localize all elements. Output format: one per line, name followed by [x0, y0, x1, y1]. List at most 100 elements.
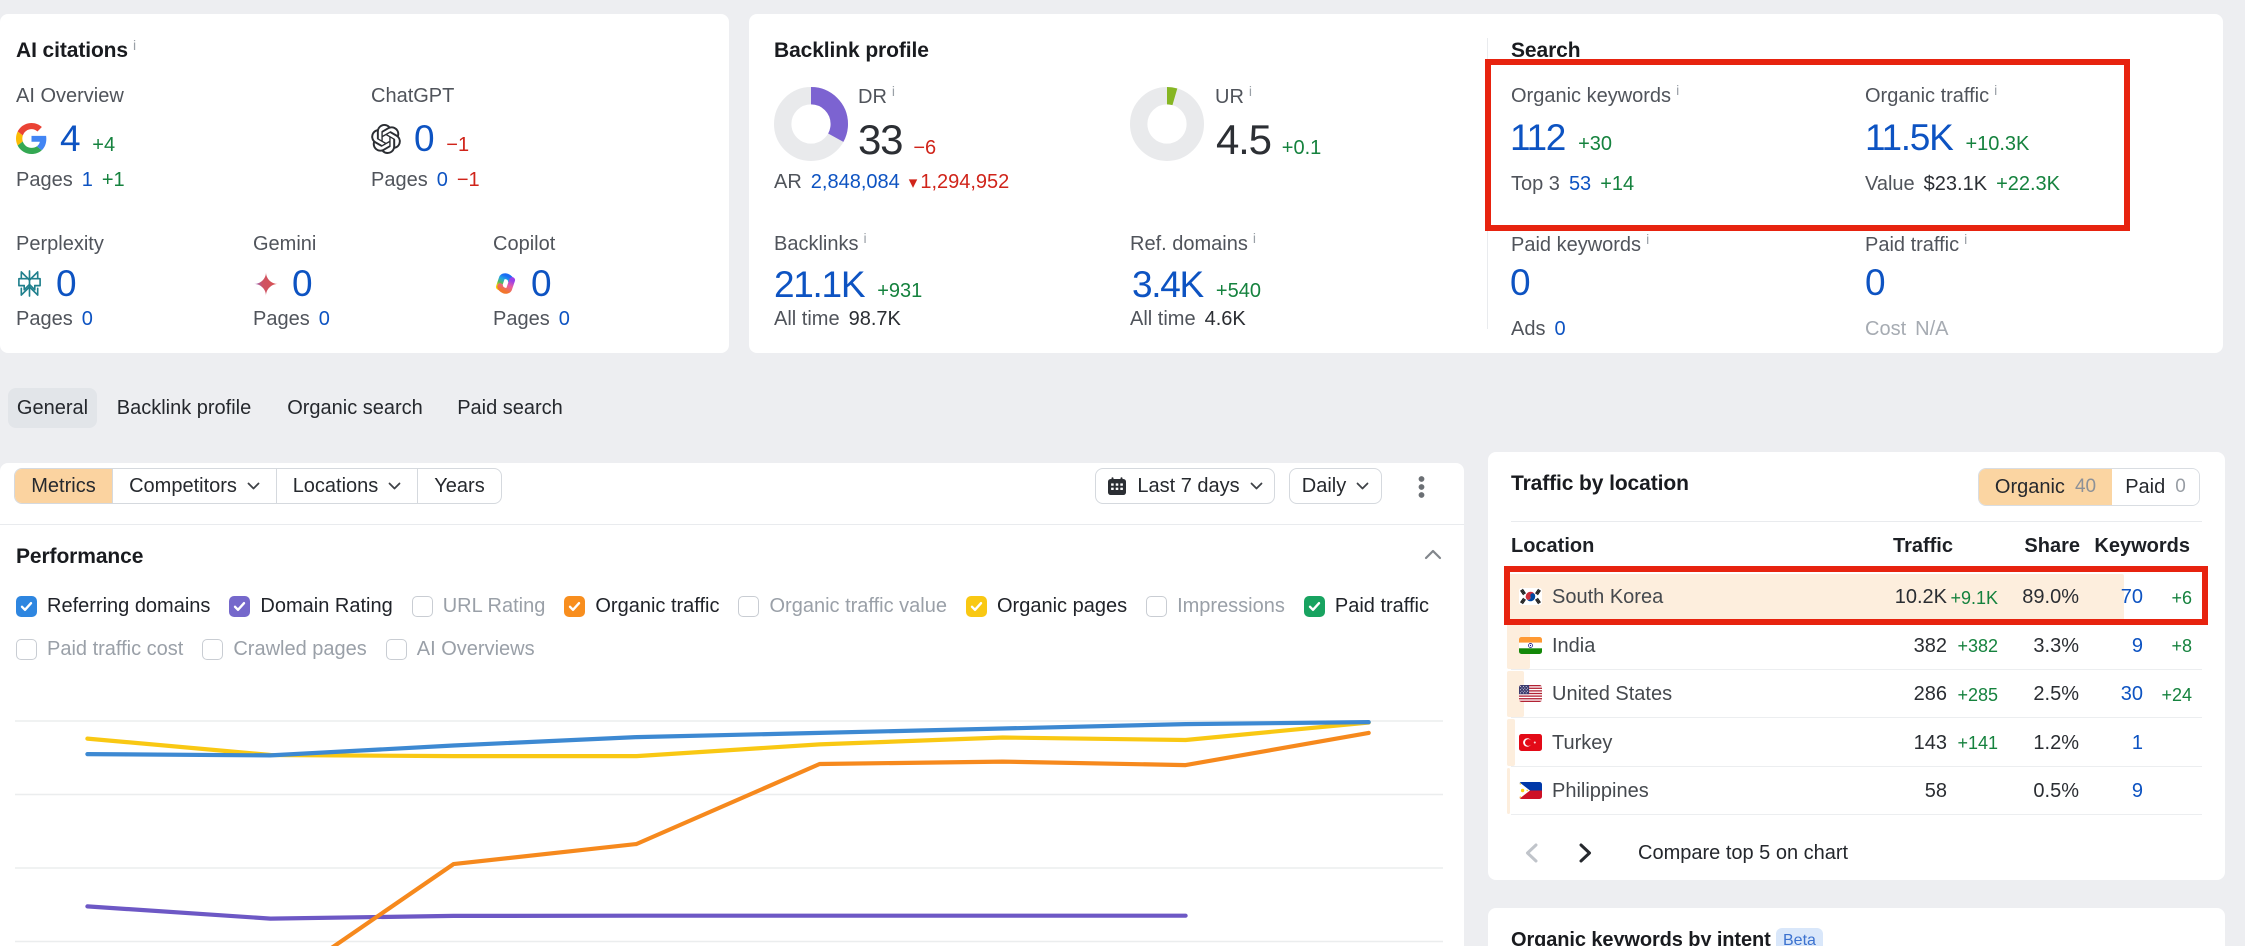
pages-value[interactable]: 0 — [437, 170, 448, 190]
keywords-value[interactable]: 1 — [2132, 732, 2143, 755]
keywords-by-intent-title: Organic keywords by intent — [1511, 930, 1771, 946]
compare-top5-link[interactable]: Compare top 5 on chart — [1638, 842, 1848, 865]
checkbox-checked-icon[interactable] — [229, 596, 250, 617]
column-header-keywords[interactable]: Keywords — [2094, 535, 2190, 558]
kr-flag-icon — [1519, 588, 1542, 605]
dashboard-page: AI citationsi AI Overview 4 +4 Pages 1 +… — [0, 0, 2245, 946]
paid-keywords-value[interactable]: 0 — [1510, 264, 1529, 301]
organic-keywords-value[interactable]: 112 — [1510, 119, 1565, 156]
card-divider — [1511, 521, 2202, 522]
metric-checkbox-organic-pages[interactable]: Organic pages — [966, 595, 1127, 618]
metric-checkbox-organic-traffic[interactable]: Organic traffic — [564, 595, 719, 618]
refdomains-value[interactable]: 3.4K — [1132, 266, 1203, 303]
keywords-value[interactable]: 9 — [2132, 635, 2143, 658]
column-header-share[interactable]: Share — [2024, 535, 2080, 558]
keywords-value[interactable]: 30 — [2121, 683, 2143, 706]
ai-metric-value[interactable]: 4 — [60, 120, 79, 157]
cost-row: Cost N/A — [1865, 319, 1948, 339]
metrics-segment[interactable]: Metrics — [15, 469, 113, 503]
info-icon[interactable]: i — [1253, 230, 1256, 246]
ai-citations-title-row: AI citationsi — [16, 40, 136, 62]
backlinks-alltime-row: All time 98.7K — [774, 309, 901, 329]
pagination-next-button[interactable] — [1572, 840, 1598, 866]
info-icon[interactable]: i — [863, 230, 866, 246]
competitors-segment[interactable]: Competitors — [113, 469, 277, 503]
tab-backlink-profile[interactable]: Backlink profile — [98, 388, 270, 428]
checkbox-unchecked-icon[interactable] — [412, 596, 433, 617]
pagination-prev-button[interactable] — [1518, 840, 1544, 866]
top3-delta: +14 — [1600, 174, 1634, 194]
metric-checkbox-row-2: Paid traffic cost Crawled pages AI Overvie… — [16, 638, 535, 661]
share-value: 89.0% — [2022, 586, 2079, 609]
locations-segment[interactable]: Locations — [277, 469, 418, 503]
ai-metric-value[interactable]: 0 — [531, 265, 550, 302]
metric-checkbox-paid-traffic[interactable]: Paid traffic — [1304, 595, 1429, 618]
checkbox-unchecked-icon[interactable] — [1146, 596, 1167, 617]
pages-value[interactable]: 0 — [559, 309, 570, 329]
metric-checkbox-label: AI Overviews — [417, 638, 535, 661]
table-row-turkey[interactable]: Turkey143+1411.2%1 — [1488, 718, 2225, 767]
table-row-south-korea[interactable]: South Korea10.2K+9.1K89.0%70+6 — [1488, 573, 2225, 622]
metric-checkbox-impressions[interactable]: Impressions — [1146, 595, 1285, 618]
info-icon[interactable]: i — [1646, 231, 1649, 247]
info-icon[interactable]: i — [1964, 231, 1967, 247]
info-icon[interactable]: i — [133, 37, 136, 53]
table-row-india[interactable]: India382+3823.3%9+8 — [1488, 621, 2225, 670]
ai-metric-value[interactable]: 0 — [56, 265, 75, 302]
checkbox-checked-icon[interactable] — [16, 596, 37, 617]
ai-metric-value[interactable]: 0 — [414, 120, 433, 157]
info-icon[interactable]: i — [1249, 83, 1252, 99]
metric-checkbox-paid-traffic-cost[interactable]: Paid traffic cost — [16, 638, 183, 661]
metric-checkbox-url-rating[interactable]: URL Rating — [412, 595, 546, 618]
date-range-button[interactable]: Last 7 days — [1095, 468, 1275, 504]
more-options-button[interactable] — [1403, 468, 1440, 505]
ar-value[interactable]: 2,848,084 — [811, 172, 900, 192]
checkbox-unchecked-icon[interactable] — [738, 596, 759, 617]
tab-general[interactable]: General — [8, 388, 97, 428]
dr-delta: −6 — [913, 138, 936, 158]
backlinks-value[interactable]: 21.1K — [774, 266, 864, 303]
checkbox-unchecked-icon[interactable] — [16, 639, 37, 660]
checkbox-unchecked-icon[interactable] — [202, 639, 223, 660]
tab-organic-search[interactable]: Organic search — [271, 388, 439, 428]
granularity-button[interactable]: Daily — [1289, 468, 1382, 504]
ads-value[interactable]: 0 — [1554, 319, 1565, 339]
info-icon[interactable]: i — [1676, 82, 1679, 98]
keywords-value[interactable]: 70 — [2121, 586, 2143, 609]
metric-checkbox-referring-domains[interactable]: Referring domains — [16, 595, 210, 618]
collapse-chevron-up-icon[interactable] — [1424, 549, 1442, 560]
metric-checkbox-ai-overviews[interactable]: AI Overviews — [386, 638, 535, 661]
organic-traffic-value[interactable]: 11.5K — [1865, 119, 1952, 156]
ar-delta: ▾1,294,952 — [909, 172, 1010, 192]
keywords-delta: +24 — [2161, 685, 2192, 706]
metric-checkbox-crawled-pages[interactable]: Crawled pages — [202, 638, 366, 661]
table-row-philippines[interactable]: Philippines580.5%9 — [1488, 767, 2225, 816]
top3-value[interactable]: 53 — [1569, 174, 1591, 194]
column-header-traffic[interactable]: Traffic — [1893, 535, 1953, 558]
toggle-organic[interactable]: Organic 40 — [1979, 469, 2112, 505]
table-row-united-states[interactable]: United States286+2852.5%30+24 — [1488, 670, 2225, 719]
pages-value[interactable]: 0 — [82, 309, 93, 329]
info-icon[interactable]: i — [1994, 82, 1997, 98]
info-icon[interactable]: i — [892, 83, 895, 99]
years-segment[interactable]: Years — [418, 469, 501, 503]
organic-count: 40 — [2075, 476, 2096, 498]
ai-metric-value[interactable]: 0 — [292, 265, 311, 302]
paid-traffic-value[interactable]: 0 — [1865, 264, 1884, 301]
in-flag-icon — [1519, 637, 1542, 654]
checkbox-checked-icon[interactable] — [1304, 596, 1325, 617]
metric-checkbox-domain-rating[interactable]: Domain Rating — [229, 595, 392, 618]
column-header-location: Location — [1511, 535, 1594, 558]
metric-checkbox-row-1: Referring domains Domain Rating URL Rating… — [16, 595, 1429, 618]
checkbox-checked-icon[interactable] — [564, 596, 585, 617]
pages-value[interactable]: 1 — [82, 170, 93, 190]
top3-row: Top 3 53 +14 — [1511, 174, 1634, 194]
checkbox-checked-icon[interactable] — [966, 596, 987, 617]
ar-label: AR — [774, 172, 802, 192]
checkbox-unchecked-icon[interactable] — [386, 639, 407, 660]
tab-paid-search[interactable]: Paid search — [441, 388, 579, 428]
metric-checkbox-organic-traffic-value[interactable]: Organic traffic value — [738, 595, 947, 618]
keywords-value[interactable]: 9 — [2132, 780, 2143, 803]
pages-value[interactable]: 0 — [319, 309, 330, 329]
toggle-paid[interactable]: Paid 0 — [2112, 469, 2199, 505]
